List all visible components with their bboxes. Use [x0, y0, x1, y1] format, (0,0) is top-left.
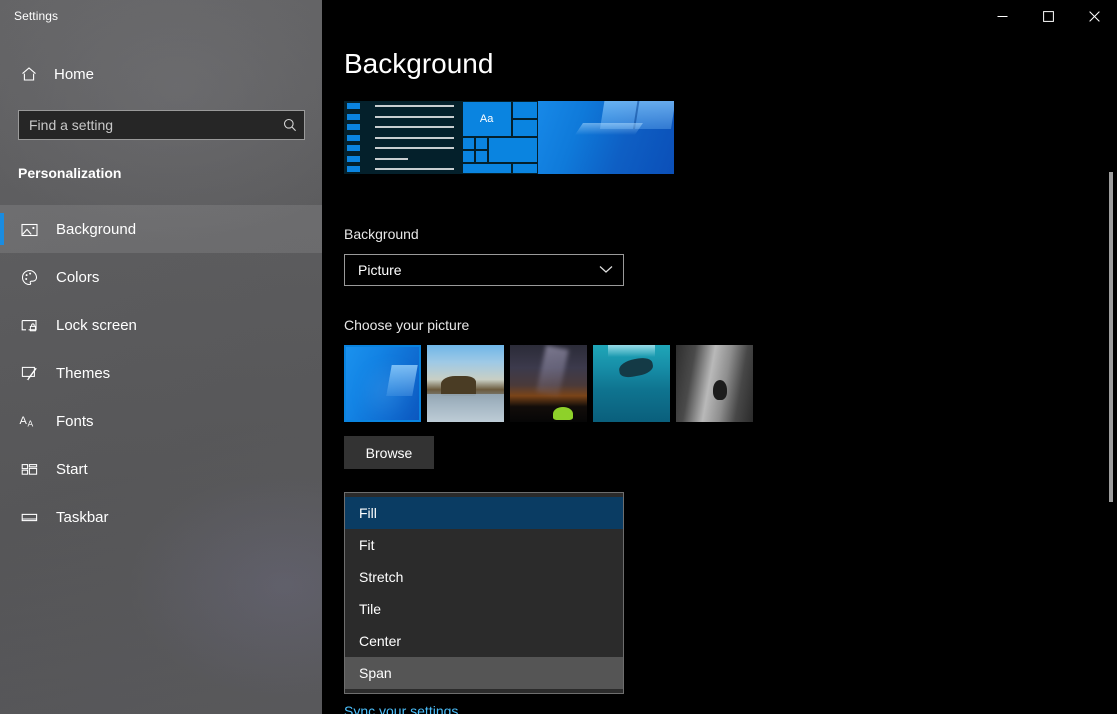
- sidebar-item-label: Fonts: [56, 413, 94, 430]
- sidebar-item-fonts[interactable]: A A Fonts: [0, 397, 322, 445]
- sidebar: Settings Home: [0, 0, 322, 714]
- fit-option-tile[interactable]: Tile: [345, 593, 623, 625]
- fit-option-span[interactable]: Span: [345, 657, 623, 689]
- title-bar-left: Settings: [0, 0, 322, 32]
- fit-option-stretch[interactable]: Stretch: [345, 561, 623, 593]
- theme-preview: Aa: [344, 101, 674, 174]
- sidebar-home-label: Home: [54, 66, 94, 83]
- settings-page: Background Aa: [344, 0, 1117, 714]
- wallpaper-milky-way[interactable]: [510, 345, 587, 422]
- sidebar-item-label: Colors: [56, 269, 99, 286]
- sidebar-item-label: Themes: [56, 365, 110, 382]
- scrollbar-thumb[interactable]: [1109, 172, 1113, 502]
- close-button[interactable]: [1071, 0, 1117, 32]
- wallpaper-beach-rocks[interactable]: [427, 345, 504, 422]
- sidebar-item-colors[interactable]: Colors: [0, 253, 322, 301]
- main-content: Background Aa: [322, 0, 1117, 714]
- sidebar-item-themes[interactable]: Themes: [0, 349, 322, 397]
- sync-your-settings-link[interactable]: Sync your settings: [344, 703, 458, 714]
- wallpaper-underwater[interactable]: [593, 345, 670, 422]
- maximize-button[interactable]: [1025, 0, 1071, 32]
- wallpaper-windows-hero[interactable]: [344, 345, 421, 422]
- background-type-dropdown[interactable]: Picture: [344, 254, 624, 286]
- window-controls: [979, 0, 1117, 32]
- preview-start-menu: [344, 101, 462, 174]
- sidebar-item-label: Taskbar: [56, 509, 109, 526]
- settings-window: Settings Home: [0, 0, 1117, 714]
- preview-start-list: [370, 101, 462, 174]
- palette-icon: [18, 266, 40, 288]
- search-box[interactable]: [18, 110, 305, 140]
- sidebar-category-title: Personalization: [18, 165, 322, 181]
- preview-start-rail: [344, 101, 370, 174]
- sidebar-item-label: Background: [56, 221, 136, 238]
- taskbar-icon: [18, 506, 40, 528]
- sidebar-nav-list: Background Colors: [0, 205, 322, 541]
- start-tiles-icon: [18, 458, 40, 480]
- search-icon[interactable]: [276, 117, 304, 133]
- sidebar-item-label: Lock screen: [56, 317, 137, 334]
- fit-option-center[interactable]: Center: [345, 625, 623, 657]
- search-input[interactable]: [19, 111, 276, 139]
- sidebar-item-label: Start: [56, 461, 88, 478]
- sidebar-item-lock-screen[interactable]: Lock screen: [0, 301, 322, 349]
- preview-start-tiles: Aa: [462, 101, 538, 174]
- home-icon: [18, 63, 40, 85]
- brush-icon: [18, 362, 40, 384]
- wallpaper-rock-face[interactable]: [676, 345, 753, 422]
- vertical-scrollbar[interactable]: [1105, 32, 1117, 714]
- fit-option-fill[interactable]: Fill: [345, 497, 623, 529]
- picture-icon: [18, 218, 40, 240]
- chevron-down-icon: [599, 261, 613, 279]
- svg-text:A: A: [27, 418, 33, 428]
- lock-screen-icon: [18, 314, 40, 336]
- fit-dropdown-list[interactable]: Fill Fit Stretch Tile Center Span: [344, 492, 624, 694]
- page-title: Background: [344, 48, 1117, 80]
- search-wrapper: [18, 110, 305, 140]
- svg-text:A: A: [19, 415, 27, 427]
- sidebar-item-taskbar[interactable]: Taskbar: [0, 493, 322, 541]
- preview-tile-text: Aa: [463, 102, 511, 136]
- minimize-button[interactable]: [979, 0, 1025, 32]
- choose-picture-label: Choose your picture: [344, 317, 1117, 333]
- background-section-label: Background: [344, 226, 1117, 242]
- app-title: Settings: [14, 9, 58, 23]
- font-icon: A A: [18, 410, 40, 432]
- wallpaper-thumbnail-list: [344, 345, 1117, 422]
- background-type-value: Picture: [358, 262, 402, 278]
- sidebar-item-background[interactable]: Background: [0, 205, 322, 253]
- fit-option-fit[interactable]: Fit: [345, 529, 623, 561]
- sidebar-item-start[interactable]: Start: [0, 445, 322, 493]
- browse-button[interactable]: Browse: [344, 436, 434, 469]
- sidebar-item-home[interactable]: Home: [0, 54, 322, 94]
- preview-desktop-wallpaper: [538, 101, 674, 174]
